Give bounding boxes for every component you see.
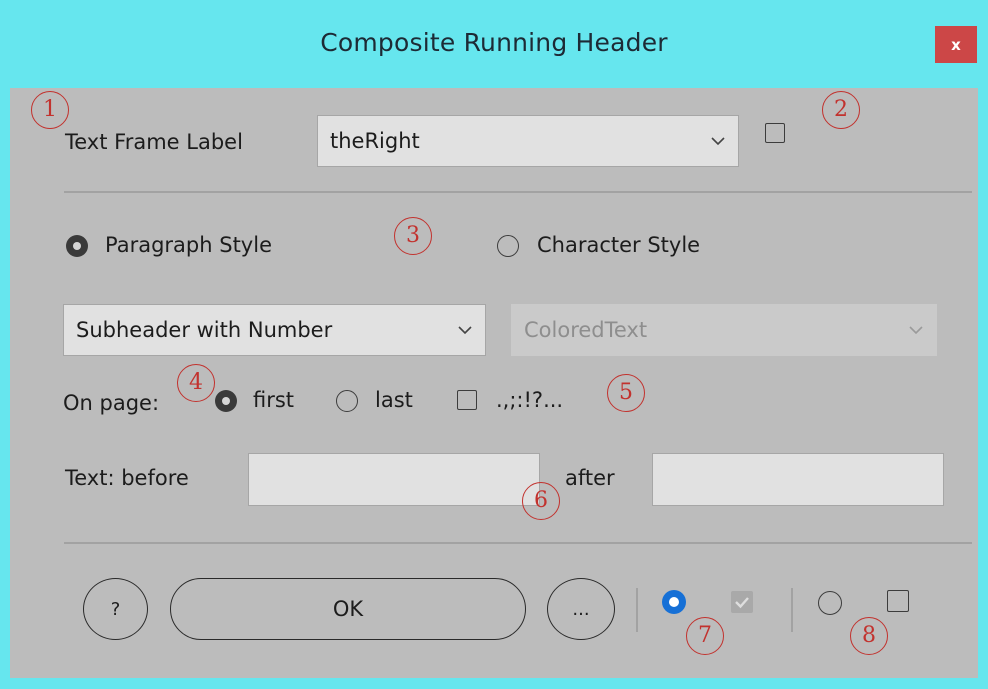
frame-label-checkbox[interactable] (765, 123, 785, 143)
character-style-value: ColoredText (524, 318, 648, 342)
plain-radio[interactable] (818, 591, 842, 615)
chevron-down-icon (445, 325, 485, 335)
window-title: Composite Running Header (320, 28, 668, 57)
last-page-label: last (375, 388, 413, 412)
text-before-label: Text: before (65, 466, 189, 490)
paragraph-style-label: Paragraph Style (105, 233, 272, 257)
annotation-marker: 7 (686, 617, 724, 655)
paragraph-style-value: Subheader with Number (76, 318, 333, 342)
divider (64, 191, 972, 193)
annotation-marker: 2 (822, 91, 860, 129)
text-frame-label-select[interactable]: theRight (317, 115, 739, 167)
first-page-label: first (253, 388, 295, 412)
text-after-input[interactable] (652, 453, 944, 506)
chevron-down-icon (698, 136, 738, 146)
annotation-marker: 1 (31, 91, 69, 129)
divider (64, 542, 972, 544)
character-style-radio[interactable] (497, 235, 519, 257)
close-button[interactable]: x (935, 26, 977, 63)
annotation-marker: 5 (607, 374, 645, 412)
text-frame-label: Text Frame Label (65, 130, 243, 154)
annotation-marker: 8 (850, 617, 888, 655)
checkmark-icon (735, 597, 749, 609)
plain-checkbox[interactable] (887, 590, 909, 612)
more-button[interactable]: ... (547, 578, 615, 640)
on-page-label: On page: (63, 391, 160, 415)
annotation-marker: 6 (522, 482, 560, 520)
ok-button[interactable]: OK (170, 578, 526, 640)
divider (791, 588, 793, 632)
character-style-label: Character Style (537, 233, 701, 257)
title-bar: Composite Running Header x (0, 0, 988, 88)
help-button[interactable]: ? (83, 578, 148, 640)
punctuation-label: .,;:!?... (496, 388, 564, 412)
paragraph-style-radio[interactable] (66, 235, 88, 257)
divider (636, 588, 638, 632)
annotation-marker: 3 (394, 217, 432, 255)
paragraph-style-select[interactable]: Subheader with Number (63, 304, 486, 356)
dialog-body: Text Frame Label theRight Paragraph Styl… (10, 88, 978, 678)
punctuation-checkbox[interactable] (457, 390, 477, 410)
text-after-label: after (565, 466, 615, 490)
disabled-checked-checkbox[interactable] (731, 591, 753, 613)
annotation-marker: 4 (177, 364, 215, 402)
blue-radio-selected[interactable] (662, 590, 686, 614)
last-page-radio[interactable] (336, 390, 358, 412)
character-style-select[interactable]: ColoredText (511, 304, 937, 356)
first-page-radio[interactable] (215, 390, 237, 412)
text-frame-label-value: theRight (330, 129, 420, 153)
chevron-down-icon (896, 325, 936, 335)
text-before-input[interactable] (248, 453, 540, 506)
